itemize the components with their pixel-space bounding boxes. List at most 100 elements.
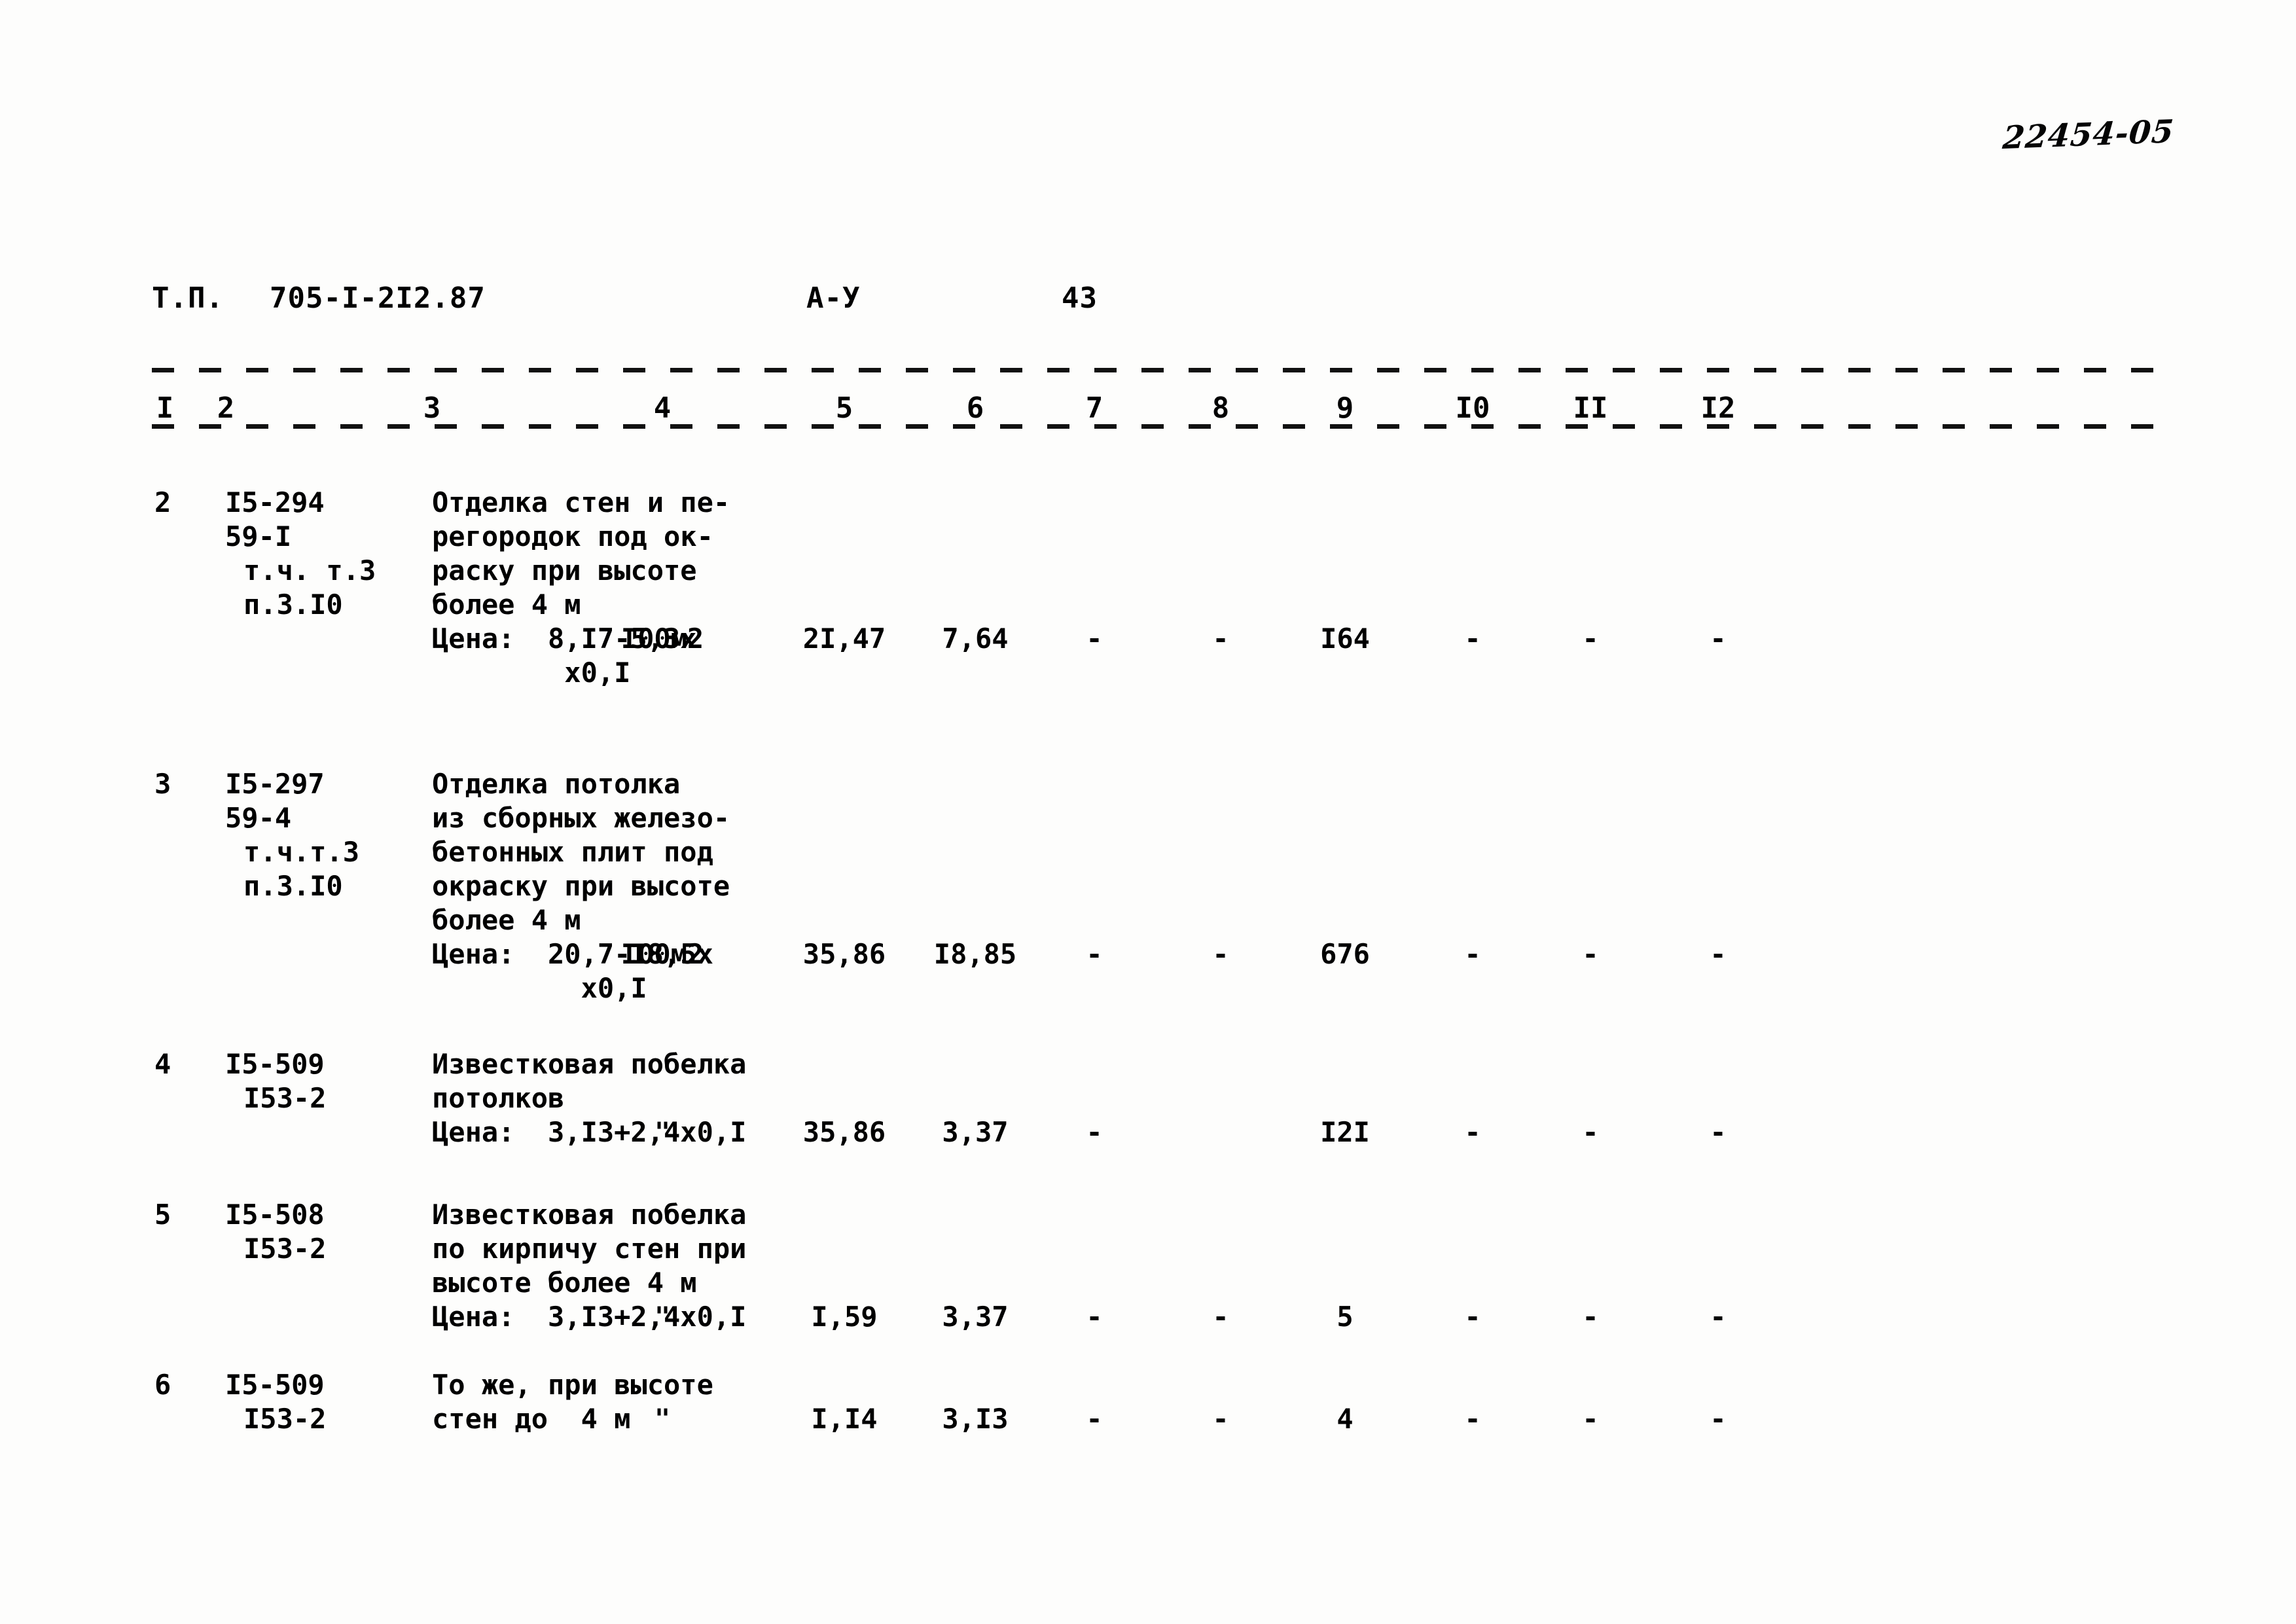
row-norm-codes: I5-297 59-4 т.ч.т.3 п.3.I0	[225, 767, 359, 903]
column-number-10: I0	[1455, 391, 1490, 425]
description-line: по кирпичу стен при	[432, 1233, 747, 1265]
value-cell-col-8: -	[1212, 623, 1229, 655]
norm-code-line: т.ч.т.3	[243, 836, 360, 868]
value-cell-col-6: 3,37	[942, 1116, 1009, 1148]
norm-code-line: 59-4	[225, 802, 292, 834]
norm-code-line: I53-2	[243, 1233, 327, 1265]
header-series: А-У	[806, 281, 861, 315]
row-number: 6	[154, 1369, 171, 1401]
value-cell-col-9: I2I	[1320, 1116, 1370, 1148]
description-line: Известковая побелка	[432, 1048, 747, 1080]
description-line: регородок под ок-	[432, 520, 713, 552]
unit-cell: I00м2	[620, 623, 704, 655]
table-top-rule	[152, 368, 2168, 372]
unit-cell: "	[654, 1404, 671, 1434]
value-cell-col-11: -	[1582, 623, 1599, 655]
value-cell-col-7: -	[1086, 938, 1103, 970]
column-number-12: I2	[1700, 391, 1736, 425]
description-line: Цена: 3,I3+2,4х0,I	[432, 1301, 747, 1333]
value-cell-col-6: 3,I3	[942, 1403, 1009, 1435]
description-line: х0,I	[432, 657, 631, 689]
value-cell-col-11: -	[1582, 938, 1599, 970]
header-project-code: 705-I-2I2.87	[270, 281, 486, 315]
row-description: То же, при высоте стен до 4 м	[432, 1368, 713, 1436]
description-line: Цена: 3,I3+2,4х0,I	[432, 1116, 747, 1148]
description-line: раску при высоте	[432, 554, 697, 586]
column-number-11: II	[1573, 391, 1608, 425]
value-cell-col-8: -	[1212, 938, 1229, 970]
value-cell-col-7: -	[1086, 623, 1103, 655]
handwritten-archive-number: 22454-05	[2001, 113, 2176, 157]
unit-cell: "	[654, 1117, 671, 1147]
norm-code-line: п.3.I0	[243, 588, 343, 621]
header-prefix: Т.П.	[152, 281, 224, 315]
value-cell-col-10: -	[1464, 938, 1481, 970]
value-cell-col-7: -	[1086, 1116, 1103, 1148]
row-number: 5	[154, 1199, 171, 1231]
norm-code-line: I5-509	[225, 1369, 325, 1401]
description-line: более 4 м	[432, 588, 581, 621]
row-description: Известковая побелка по кирпичу стен при вы…	[432, 1198, 746, 1334]
column-number-7: 7	[1085, 391, 1103, 425]
value-cell-col-9: 5	[1336, 1301, 1354, 1333]
value-cell-col-9: 676	[1320, 938, 1370, 970]
value-cell-col-8: -	[1212, 1301, 1229, 1333]
value-cell-col-6: 3,37	[942, 1301, 1009, 1333]
value-cell-col-5: 2I,47	[802, 623, 886, 655]
norm-code-line: т.ч. т.3	[243, 554, 376, 586]
value-cell-col-5: 35,86	[802, 1116, 886, 1148]
norm-code-line: п.3.I0	[243, 870, 343, 902]
column-number-6: 6	[966, 391, 984, 425]
value-cell-col-10: -	[1464, 623, 1481, 655]
value-cell-col-12: -	[1710, 1403, 1727, 1435]
row-number: 2	[154, 486, 171, 518]
description-line: То же, при высоте	[432, 1369, 713, 1401]
row-norm-codes: I5-509 I53-2	[225, 1368, 326, 1436]
norm-code-line: 59-I	[225, 520, 292, 552]
value-cell-col-6: I8,85	[933, 938, 1017, 970]
unit-cell: "	[654, 1302, 671, 1332]
norm-code-line: I5-294	[225, 486, 325, 518]
value-cell-col-12: -	[1710, 1301, 1727, 1333]
value-cell-col-12: -	[1710, 623, 1727, 655]
description-line: Отделка потолка	[432, 768, 681, 800]
header-page-number: 43	[1062, 281, 1098, 315]
description-line: бетонных плит под	[432, 836, 713, 868]
description-line: Отделка стен и пе-	[432, 486, 730, 518]
unit-cell: I00м2	[620, 938, 704, 970]
description-line: х0,I	[432, 972, 647, 1004]
norm-code-line: I5-509	[225, 1048, 325, 1080]
description-line: из сборных железо-	[432, 802, 730, 834]
description-line: потолков	[432, 1082, 565, 1114]
norm-code-line: I53-2	[243, 1403, 327, 1435]
value-cell-col-5: I,59	[811, 1301, 878, 1333]
document-header: Т.П. 705-I-2I2.87 А-У 43	[152, 281, 2168, 321]
value-cell-col-9: 4	[1336, 1403, 1354, 1435]
column-number-3: 3	[423, 391, 441, 425]
value-cell-col-5: 35,86	[802, 938, 886, 970]
value-cell-col-10: -	[1464, 1301, 1481, 1333]
value-cell-col-6: 7,64	[942, 623, 1009, 655]
value-cell-col-11: -	[1582, 1116, 1599, 1148]
description-line: окраску при высоте	[432, 870, 730, 902]
value-cell-col-5: I,I4	[811, 1403, 878, 1435]
description-line: более 4 м	[432, 904, 581, 936]
column-number-2: 2	[217, 391, 235, 425]
row-norm-codes: I5-508 I53-2	[225, 1198, 326, 1266]
value-cell-col-11: -	[1582, 1301, 1599, 1333]
description-line: Известковая побелка	[432, 1199, 747, 1231]
norm-code-line: I53-2	[243, 1082, 327, 1114]
value-cell-col-10: -	[1464, 1403, 1481, 1435]
value-cell-col-12: -	[1710, 1116, 1727, 1148]
row-norm-codes: I5-294 59-I т.ч. т.3 п.3.I0	[225, 486, 376, 622]
description-line: высоте более 4 м	[432, 1267, 697, 1299]
value-cell-col-11: -	[1582, 1403, 1599, 1435]
row-number: 3	[154, 768, 171, 800]
document-page: 22454-05 Т.П. 705-I-2I2.87 А-У 43 I2 3 4 5 6…	[0, 0, 2296, 1624]
column-number-5: 5	[835, 391, 853, 425]
value-cell-col-12: -	[1710, 938, 1727, 970]
value-cell-col-7: -	[1086, 1403, 1103, 1435]
value-cell-col-7: -	[1086, 1301, 1103, 1333]
row-norm-codes: I5-509 I53-2	[225, 1047, 326, 1115]
description-line: стен до 4 м	[432, 1403, 631, 1435]
